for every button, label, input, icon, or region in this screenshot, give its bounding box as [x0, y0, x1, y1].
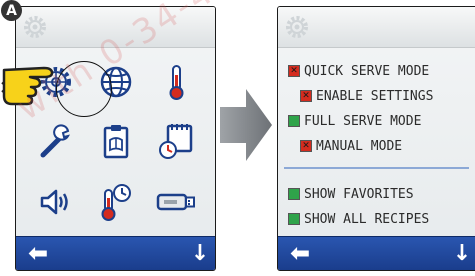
status-box-on[interactable] — [288, 188, 300, 200]
menu-item-show-favorites[interactable]: SHOW FAVORITES — [288, 185, 414, 203]
top-bar — [16, 7, 215, 48]
selection-ring — [56, 61, 112, 117]
transition-arrow-icon — [220, 89, 272, 161]
home-screen: ⬅ ↓ — [15, 6, 216, 271]
bottom-bar: ⬅ ↓ — [278, 236, 475, 270]
menu-item-label: SHOW FAVORITES — [304, 186, 414, 202]
grid-cell-recipes[interactable] — [86, 112, 146, 172]
grid-cell-schedule[interactable] — [146, 112, 206, 172]
menu-item-show-all-recipes[interactable]: SHOW ALL RECIPES — [288, 210, 429, 228]
pointing-hand-icon — [1, 66, 54, 106]
status-box-on[interactable] — [288, 115, 300, 127]
down-arrow-icon[interactable]: ↓ — [451, 241, 473, 266]
menu-item-full-serve[interactable]: FULL SERVE MODE — [288, 112, 421, 130]
menu-item-label: QUICK SERVE MODE — [304, 63, 430, 79]
menu-item-label: MANUAL MODE — [316, 138, 403, 154]
back-arrow-icon[interactable]: ⬅ — [284, 239, 316, 267]
back-arrow-icon[interactable]: ⬅ — [22, 239, 54, 267]
status-box-on[interactable] — [288, 213, 300, 225]
grid-cell-temperature-schedule[interactable] — [86, 172, 146, 232]
bottom-bar: ⬅ ↓ — [16, 236, 215, 270]
top-bar — [278, 7, 475, 48]
grid-cell-service[interactable] — [26, 112, 86, 172]
status-box-off[interactable]: ✕ — [288, 65, 300, 77]
thermometer-icon[interactable] — [155, 61, 197, 103]
status-box-off[interactable]: ✕ — [300, 90, 312, 102]
step-badge: A — [1, 0, 22, 21]
status-box-off[interactable]: ✕ — [300, 140, 312, 152]
grid-cell-temperature[interactable] — [146, 52, 206, 112]
menu-item-label: FULL SERVE MODE — [304, 113, 422, 129]
thermometer-clock-icon[interactable] — [95, 181, 137, 223]
speaker-volume-icon[interactable] — [35, 181, 77, 223]
down-arrow-icon[interactable]: ↓ — [189, 241, 211, 266]
menu-item-manual-mode[interactable]: ✕ MANUAL MODE — [300, 137, 402, 155]
menu-item-label: ENABLE SETTINGS — [316, 88, 434, 104]
grid-cell-volume[interactable] — [26, 172, 86, 232]
gear-icon[interactable] — [21, 13, 49, 41]
menu-item-enable-settings[interactable]: ✕ ENABLE SETTINGS — [300, 87, 433, 105]
menu-item-label: SHOW ALL RECIPES — [304, 211, 430, 227]
usb-drive-icon[interactable] — [155, 181, 197, 223]
clipboard-icon[interactable] — [95, 121, 137, 163]
menu-divider — [284, 167, 469, 169]
gear-icon[interactable] — [283, 13, 311, 41]
wrench-icon[interactable] — [35, 121, 77, 163]
grid-cell-usb[interactable] — [146, 172, 206, 232]
calendar-clock-icon[interactable] — [155, 121, 197, 163]
settings-screen: ✕ QUICK SERVE MODE ✕ ENABLE SETTINGS FUL… — [277, 6, 475, 271]
menu-item-quick-serve[interactable]: ✕ QUICK SERVE MODE — [288, 62, 429, 80]
